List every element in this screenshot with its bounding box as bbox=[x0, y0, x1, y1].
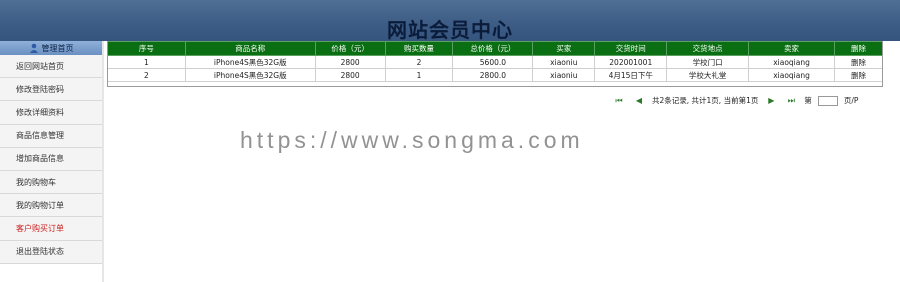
sidebar-item[interactable]: 退出登陆状态 bbox=[0, 240, 102, 264]
user-icon bbox=[29, 43, 38, 53]
sidebar-item[interactable]: 我的购物订单 bbox=[0, 194, 102, 218]
main-content: 序号 商品名称 价格（元） 购买数量 总价格（元） 买家 交货时间 交货地点 卖家 删除 1 iPh… bbox=[107, 41, 900, 282]
prev-page-icon[interactable]: ◀ bbox=[632, 96, 646, 106]
sidebar-title: 管理首页 bbox=[41, 43, 74, 53]
sidebar-menu: 返回网站首页 修改登陆密码 修改详细资料 商品信息管理 增加商品信息 我的购物车 我的购物订… bbox=[0, 55, 102, 264]
pager-summary: 共2条记录, 共计1页, 当前第1页 bbox=[652, 96, 759, 105]
right-margin bbox=[883, 41, 900, 282]
sidebar-item[interactable]: 商品信息管理 bbox=[0, 124, 102, 148]
sidebar-item[interactable]: 修改详细资料 bbox=[0, 101, 102, 125]
sidebar-header[interactable]: 管理首页 bbox=[0, 41, 102, 55]
header-bar: 网站会员中心 bbox=[0, 0, 900, 42]
sidebar: 管理首页 返回网站首页 修改登陆密码 修改详细资料 商品信息管理 增加商品信息 我的购物车… bbox=[0, 41, 104, 282]
sidebar-item[interactable]: 返回网站首页 bbox=[0, 55, 102, 79]
next-page-icon[interactable]: ▶ bbox=[764, 96, 778, 106]
goto-suffix: 页/P bbox=[843, 96, 859, 105]
pager: ⏮ ◀ 共2条记录, 共计1页, 当前第1页 ▶ ⏭ 第 页/P bbox=[612, 95, 858, 106]
sidebar-item[interactable]: 修改登陆密码 bbox=[0, 78, 102, 102]
page-number-input[interactable] bbox=[817, 95, 838, 106]
goto-prefix: 第 bbox=[804, 96, 812, 105]
sidebar-item[interactable]: 增加商品信息 bbox=[0, 147, 102, 171]
page-title: 网站会员中心 bbox=[387, 18, 513, 42]
last-page-icon[interactable]: ⏭ bbox=[784, 96, 798, 106]
watermark: https://www.songma.com bbox=[240, 127, 584, 153]
first-page-icon[interactable]: ⏮ bbox=[612, 96, 626, 106]
sidebar-item[interactable]: 我的购物车 bbox=[0, 170, 102, 195]
sidebar-item[interactable]: 客户购买订单 bbox=[0, 217, 102, 241]
table-frame bbox=[107, 41, 883, 87]
